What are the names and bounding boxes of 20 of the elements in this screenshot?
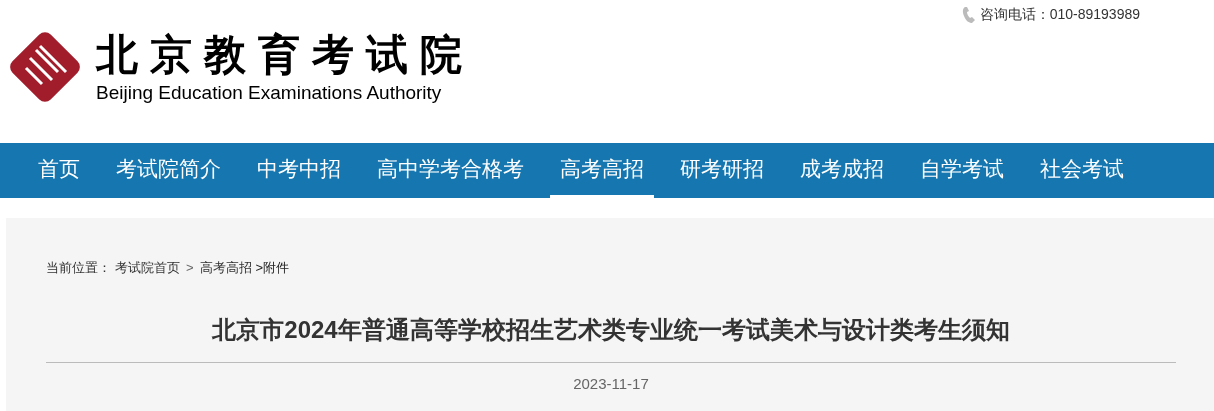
breadcrumb-link[interactable]: 考试院首页 xyxy=(115,258,180,278)
logo-title: 北京教育考试院 xyxy=(96,29,474,81)
nav-tab[interactable]: 社会考试 xyxy=(1030,143,1134,198)
breadcrumb-link[interactable]: 高考高招 xyxy=(199,258,252,278)
nav-tab[interactable]: 考试院简介 xyxy=(106,143,231,198)
phone-icon xyxy=(961,5,976,24)
nav-tab[interactable]: 自学考试 xyxy=(910,143,1014,198)
nav-tab[interactable]: 成考成招 xyxy=(790,143,894,198)
nav-tab[interactable]: 高中学考合格考 xyxy=(367,143,534,198)
breadcrumb-current: >附件 xyxy=(255,259,290,277)
logo-subtitle: Beijing Education Examinations Authority xyxy=(96,81,443,105)
nav-tab[interactable]: 首页 xyxy=(28,143,90,198)
nav-tab[interactable]: 中考中招 xyxy=(247,143,351,198)
article-title: 北京市2024年普通高等学校招生艺术类专业统一考试美术与设计类考生须知 xyxy=(212,314,1010,345)
hotline-text: 咨询电话：010-89193989 xyxy=(979,5,1140,24)
breadcrumb-label: 当前位置： xyxy=(46,259,111,277)
nav-tab[interactable]: 研考研招 xyxy=(670,143,774,198)
article-date: 2023-11-17 xyxy=(573,373,649,394)
breadcrumb-separator: > xyxy=(185,259,195,277)
nav-tab[interactable]: 高考高招 xyxy=(550,143,654,198)
